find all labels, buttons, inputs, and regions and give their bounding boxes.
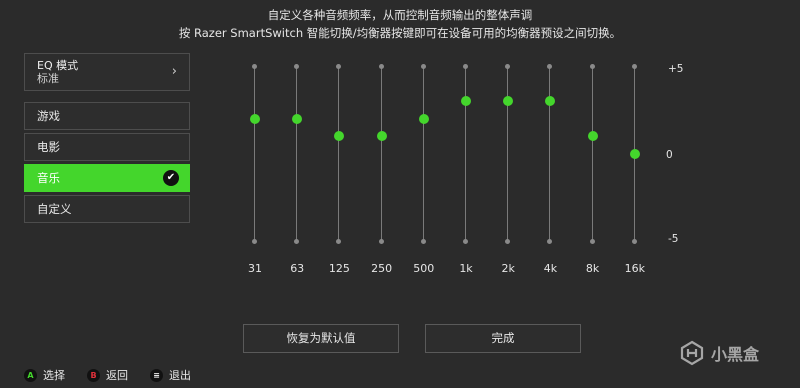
slider-knob[interactable] — [587, 131, 598, 142]
scale-mid-label: 0 — [666, 149, 673, 161]
hint-back: B 返回 — [87, 367, 128, 383]
scale-min-label: -5 — [668, 233, 679, 245]
slider-knob[interactable] — [418, 113, 429, 124]
preset-list: 游戏 电影 音乐 ✔ 自定义 — [24, 102, 190, 226]
eq-band-500: 500 — [404, 64, 444, 276]
hint-exit: ≡ 退出 — [150, 367, 191, 383]
eq-band-1k: 1k — [446, 64, 486, 276]
slider-end-cap — [589, 239, 595, 244]
slider-end-cap — [294, 239, 300, 244]
eq-band-125: 125 — [319, 64, 359, 276]
eq-band-2k: 2k — [488, 64, 528, 276]
eq-band-63: 63 — [277, 64, 317, 276]
band-label: 8k — [585, 262, 600, 275]
slider-track[interactable] — [380, 66, 382, 242]
slider-track[interactable] — [254, 66, 255, 242]
slider-end-cap — [420, 64, 426, 69]
slider-track[interactable] — [549, 66, 551, 242]
b-button-icon: B — [87, 368, 100, 382]
preset-custom[interactable]: 自定义 — [24, 195, 190, 223]
slider-end-cap — [505, 64, 511, 69]
checkmark-icon: ✔ — [163, 170, 179, 186]
band-label: 63 — [290, 262, 305, 275]
eq-band-31: 31 — [235, 64, 275, 276]
eq-band-16k: 16k — [615, 64, 655, 276]
slider-end-cap — [463, 64, 468, 69]
slider-end-cap — [252, 239, 257, 244]
slider-knob[interactable] — [376, 131, 387, 142]
preset-music[interactable]: 音乐 ✔ — [24, 164, 190, 192]
menu-button-icon: ≡ — [150, 368, 163, 382]
slider-track[interactable] — [465, 66, 466, 242]
slider-track[interactable] — [591, 66, 593, 242]
band-label: 16k — [624, 262, 645, 275]
slider-knob[interactable] — [503, 96, 514, 107]
preset-label: 电影 — [37, 140, 60, 154]
slider-end-cap — [631, 239, 637, 244]
slider-track[interactable] — [296, 66, 298, 242]
band-label: 2k — [501, 262, 515, 275]
slider-end-cap — [463, 239, 468, 244]
slider-end-cap — [547, 64, 553, 69]
slider-knob[interactable] — [545, 96, 556, 107]
eq-band-8k: 8k — [573, 64, 613, 276]
eq-mode-title: EQ 模式 — [37, 59, 79, 72]
slider-end-cap — [378, 239, 384, 244]
band-label: 31 — [248, 262, 262, 275]
watermark: 小黑盒 — [679, 340, 759, 366]
preset-label: 音乐 — [37, 171, 60, 185]
slider-knob[interactable] — [629, 149, 640, 159]
eq-mode-value: 标准 — [37, 72, 59, 85]
band-label: 250 — [371, 262, 393, 275]
slider-end-cap — [336, 239, 342, 244]
slider-knob[interactable] — [292, 113, 303, 124]
band-label: 1k — [459, 262, 473, 275]
reset-default-button[interactable]: 恢复为默认值 — [243, 324, 399, 353]
slider-end-cap — [252, 64, 257, 69]
done-button[interactable]: 完成 — [425, 324, 581, 353]
slider-end-cap — [294, 64, 300, 69]
band-label: 500 — [413, 262, 435, 275]
slider-knob[interactable] — [461, 96, 471, 107]
slider-end-cap — [589, 64, 595, 69]
slider-track[interactable] — [422, 66, 424, 242]
slider-end-cap — [547, 239, 553, 244]
watermark-text: 小黑盒 — [711, 345, 760, 364]
preset-label: 游戏 — [37, 109, 60, 123]
chevron-right-icon: › — [171, 64, 177, 79]
controller-hints: A 选择 B 返回 ≡ 退出 — [24, 367, 213, 383]
slider-end-cap — [420, 239, 426, 244]
equalizer: 31 63 125 250 500 1k 2k 4k 8k 16k — [235, 0, 665, 290]
band-label: 4k — [543, 262, 558, 275]
preset-game[interactable]: 游戏 — [24, 102, 190, 130]
preset-movie[interactable]: 电影 — [24, 133, 190, 161]
slider-track[interactable] — [338, 66, 340, 242]
slider-knob[interactable] — [250, 113, 260, 124]
slider-track[interactable] — [507, 66, 509, 242]
a-button-icon: A — [24, 368, 37, 382]
hint-label: 返回 — [106, 369, 128, 382]
eq-mode-selector[interactable]: EQ 模式 标准 › — [24, 53, 190, 91]
preset-label: 自定义 — [37, 202, 72, 216]
hint-label: 选择 — [43, 369, 65, 382]
slider-knob[interactable] — [334, 131, 345, 142]
scale-max-label: +5 — [668, 63, 684, 75]
hint-select: A 选择 — [24, 367, 65, 383]
eq-band-4k: 4k — [530, 64, 570, 276]
slider-end-cap — [378, 64, 384, 69]
slider-end-cap — [631, 64, 637, 69]
slider-end-cap — [505, 239, 511, 244]
eq-band-250: 250 — [362, 64, 402, 276]
band-label: 125 — [328, 262, 350, 275]
slider-end-cap — [336, 64, 342, 69]
hint-label: 退出 — [169, 369, 191, 382]
watermark-logo-icon — [680, 340, 704, 366]
